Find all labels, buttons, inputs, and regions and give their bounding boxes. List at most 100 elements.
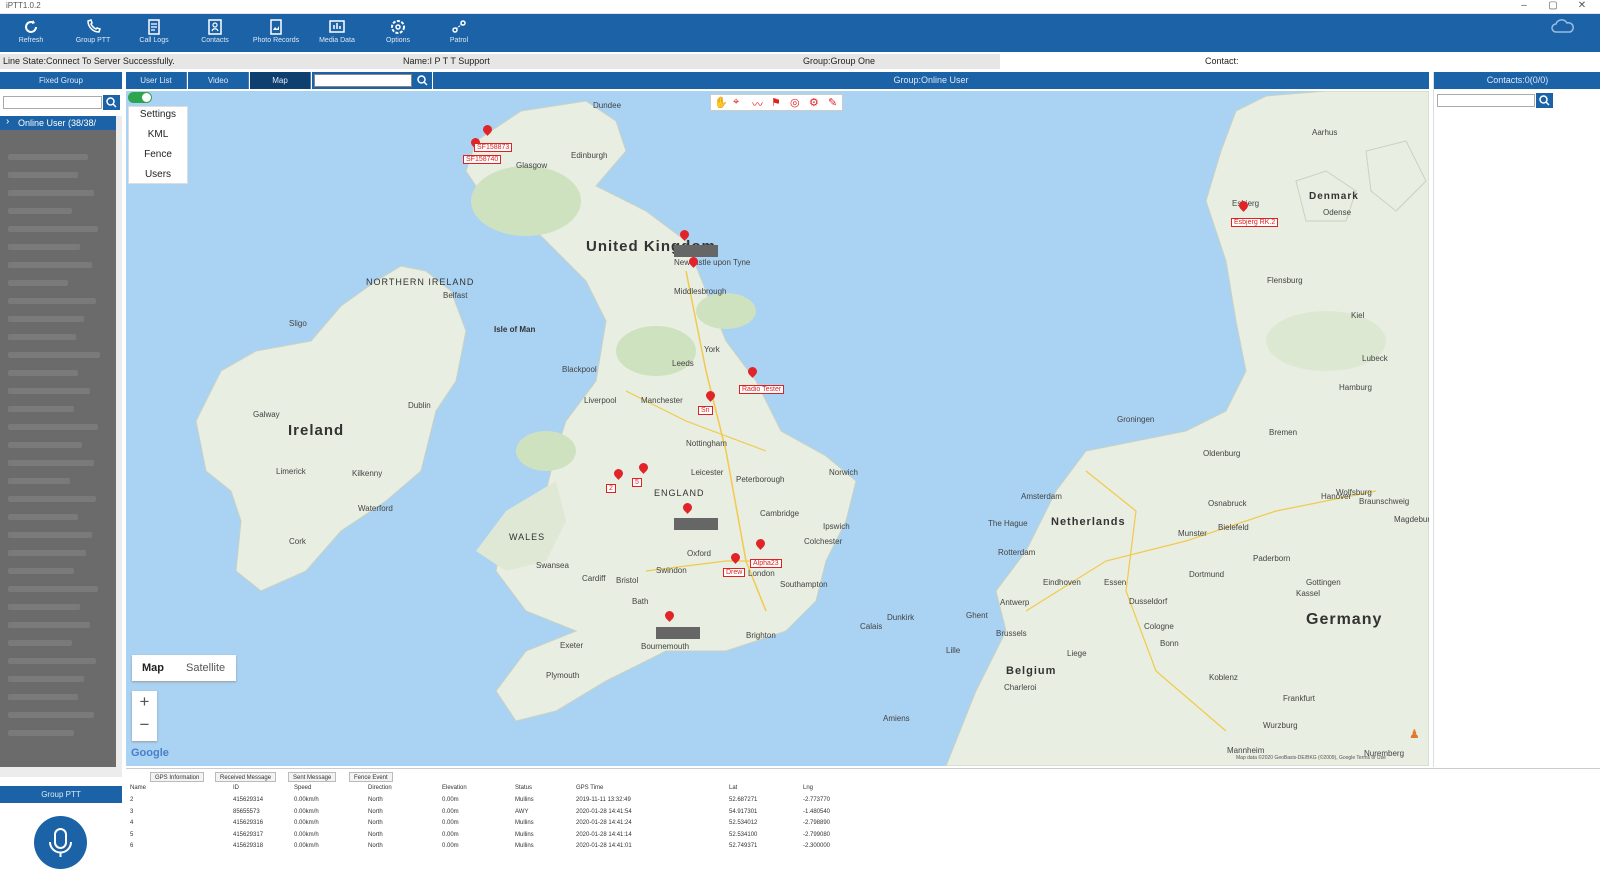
tab-fence-event[interactable]: Fence Event xyxy=(349,772,393,782)
table-cell: 415629317 xyxy=(233,831,264,838)
locate-icon[interactable]: ⌖ xyxy=(733,96,739,109)
contacts-button[interactable]: Contacts xyxy=(185,14,245,52)
fixed-group-header[interactable]: Fixed Group xyxy=(0,72,122,89)
refresh-button[interactable]: Refresh xyxy=(1,14,61,52)
redacted-label xyxy=(656,627,700,639)
menu-fence[interactable]: Fence xyxy=(129,149,187,160)
city-label: Bath xyxy=(632,597,649,606)
city-label: Manchester xyxy=(641,396,683,405)
polyline-icon[interactable]: 〰 xyxy=(752,96,763,112)
table-row[interactable]: 6 415629318 0.00km/h North 0.00m Mullins 2020-… xyxy=(126,843,1006,854)
city-label: Cork xyxy=(289,537,306,546)
city-label: Flensburg xyxy=(1267,276,1303,285)
street-view-icon[interactable]: ♟ xyxy=(1409,727,1423,741)
table-cell: 415629318 xyxy=(233,843,264,849)
tab-map[interactable]: Map xyxy=(250,72,311,89)
ruler-icon[interactable]: ✎ xyxy=(828,96,837,109)
table-row[interactable]: 4 415629316 0.00km/h North 0.00m Mullins 2020-… xyxy=(126,820,1006,831)
refresh-icon xyxy=(25,20,37,33)
gear-icon xyxy=(391,20,405,34)
contacts-search-button[interactable] xyxy=(1536,93,1553,108)
contacts-search-input[interactable] xyxy=(1437,94,1535,107)
table-cell: Mullins xyxy=(515,843,534,849)
photo-records-icon xyxy=(270,19,282,35)
table-cell: North xyxy=(368,831,383,838)
label-england: ENGLAND xyxy=(654,488,705,498)
left-hscrollbar[interactable] xyxy=(0,767,122,777)
pin-tag: Esbjerg RK.2 xyxy=(1231,218,1279,227)
photo-records-button[interactable]: Photo Records xyxy=(246,14,306,52)
patrol-icon xyxy=(452,20,466,33)
table-cell: 2020-01-28 14:41:14 xyxy=(576,831,632,838)
city-label: Liverpool xyxy=(584,396,617,405)
table-cell: 52.534012 xyxy=(729,820,758,826)
group-search-input[interactable] xyxy=(3,96,102,109)
settings-icon[interactable]: ⚙ xyxy=(809,96,819,109)
city-label: Munster xyxy=(1178,529,1207,538)
title-bar: iPTT1.0.2 – ▢ ✕ xyxy=(0,0,1600,14)
flag-icon[interactable]: ⚑ xyxy=(771,96,781,109)
pan-hand-icon[interactable]: ✋ xyxy=(714,96,728,109)
ptt-mic-button[interactable] xyxy=(34,816,87,869)
ptt-area xyxy=(0,803,122,875)
table-row[interactable]: 3 85655573 0.00km/h North 0.00m AWY 2020-01-28… xyxy=(126,809,1006,820)
tab-video[interactable]: Video xyxy=(188,72,249,89)
table-cell: 52.534100 xyxy=(729,831,758,838)
map-search-input[interactable] xyxy=(314,74,412,87)
patrol-button[interactable]: Patrol xyxy=(429,14,489,52)
city-label: Cambridge xyxy=(760,509,800,518)
city-label: Bielefeld xyxy=(1218,523,1249,532)
tab-gps-information[interactable]: GPS Information xyxy=(150,772,205,782)
city-label: Glasgow xyxy=(516,161,548,170)
menu-settings[interactable]: Settings xyxy=(129,109,187,120)
table-cell: 6 xyxy=(130,843,134,849)
tab-user-list[interactable]: User List xyxy=(126,72,187,89)
maximize-button[interactable]: ▢ xyxy=(1543,0,1563,11)
cloud-button[interactable] xyxy=(1538,14,1588,52)
call-logs-button[interactable]: Call Logs xyxy=(124,14,184,52)
map-attribution: Map data ©2020 GeoBasis-DE/BKG (©2009), … xyxy=(1236,755,1386,761)
user-tree: › Online User (38/38/ xyxy=(0,116,116,767)
table-cell: -2.798890 xyxy=(803,820,831,826)
media-data-button[interactable]: Media Data xyxy=(307,14,367,52)
map-type-satellite[interactable]: Satellite xyxy=(186,662,225,674)
city-label: Essen xyxy=(1104,578,1127,587)
pin-tag: 2 xyxy=(606,484,616,493)
city-label: Kiel xyxy=(1351,311,1365,320)
table-cell: Mullins xyxy=(515,797,534,803)
tab-received-message[interactable]: Received Message xyxy=(215,772,277,782)
options-button[interactable]: Options xyxy=(368,14,428,52)
call-logs-icon xyxy=(148,19,160,35)
city-label: Kassel xyxy=(1296,589,1321,598)
tab-sent-message[interactable]: Sent Message xyxy=(288,772,337,782)
contacts-icon xyxy=(208,19,222,35)
map-type-map[interactable]: Map xyxy=(142,662,164,674)
city-label: Eindhoven xyxy=(1043,578,1081,587)
table-cell: 5 xyxy=(130,831,134,838)
city-label: Bristol xyxy=(616,576,639,585)
search-icon[interactable] xyxy=(415,73,430,88)
city-label: London xyxy=(748,569,775,578)
close-button[interactable]: ✕ xyxy=(1572,0,1592,11)
target-icon[interactable]: ◎ xyxy=(790,96,800,109)
minimize-button[interactable]: – xyxy=(1514,0,1534,11)
map-view[interactable]: ✋ ⌖ 〰 ⚑ ◎ ⚙ ✎ Settings KML Fence Users U… xyxy=(126,91,1429,766)
map-toggle[interactable] xyxy=(128,92,152,103)
table-row[interactable]: 2 415629314 0.00km/h North 0.00m Mullins 2019-… xyxy=(126,797,1006,808)
label-denmark: Denmark xyxy=(1309,191,1359,202)
table-cell: -1.480540 xyxy=(803,808,831,815)
menu-kml[interactable]: KML xyxy=(129,129,187,140)
group-name: Group:Group One xyxy=(803,56,876,66)
city-label: Nottingham xyxy=(686,439,727,448)
search-icon xyxy=(106,97,117,108)
group-search-button[interactable] xyxy=(103,95,120,110)
left-scrollbar[interactable] xyxy=(116,116,122,767)
zoom-out-button[interactable]: − xyxy=(132,715,157,735)
column-header: Name xyxy=(130,785,147,791)
zoom-in-button[interactable]: + xyxy=(132,692,157,712)
group-ptt-button[interactable]: Group PTT xyxy=(63,14,123,52)
menu-users[interactable]: Users xyxy=(129,169,187,180)
city-label: Braunschweig xyxy=(1359,497,1410,506)
online-user-node[interactable]: › Online User (38/38/ xyxy=(0,116,116,130)
table-row[interactable]: 5 415629317 0.00km/h North 0.00m Mullins 2020-… xyxy=(126,832,1006,843)
